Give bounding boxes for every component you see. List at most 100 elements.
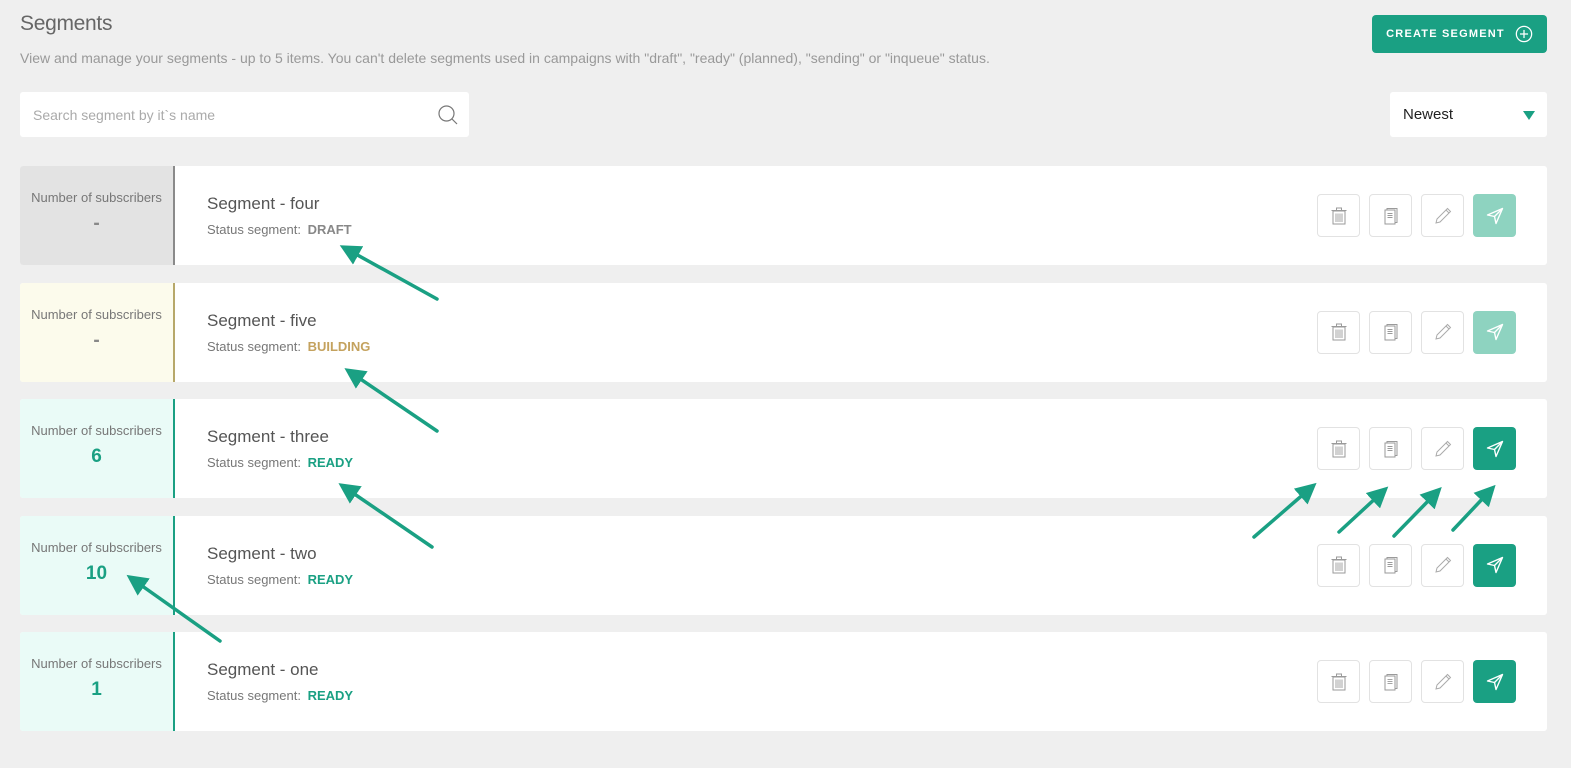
sort-selected-value: Newest xyxy=(1403,106,1454,123)
status-label: Status segment: xyxy=(207,571,301,587)
edit-button[interactable] xyxy=(1421,660,1464,703)
subscribers-panel: Number of subscribers 10 xyxy=(20,515,175,615)
segment-status: Status segment: READY xyxy=(207,688,1317,703)
pencil-icon xyxy=(1434,673,1451,690)
send-button[interactable] xyxy=(1473,310,1516,354)
duplicate-button[interactable] xyxy=(1369,194,1412,237)
status-label: Status segment: xyxy=(207,222,301,237)
duplicate-button[interactable] xyxy=(1369,660,1412,703)
edit-button[interactable] xyxy=(1421,427,1464,470)
segment-name: Segment - five xyxy=(207,310,317,330)
edit-button[interactable] xyxy=(1421,310,1464,354)
subscribers-label: Number of subscribers xyxy=(31,190,162,205)
segment-card: Number of subscribers 1 Segment - one St… xyxy=(20,632,1547,731)
sort-select[interactable]: Newest xyxy=(1390,92,1547,137)
segment-actions xyxy=(1317,166,1547,265)
trash-icon xyxy=(1331,207,1346,224)
subscribers-label: Number of subscribers xyxy=(31,656,162,671)
copy-icon xyxy=(1384,324,1397,341)
subscribers-count: 6 xyxy=(91,446,102,467)
send-icon xyxy=(1486,207,1503,224)
segment-list: Number of subscribers - Segment - four S… xyxy=(20,166,1547,749)
duplicate-button[interactable] xyxy=(1369,543,1412,587)
segment-name: Segment - two xyxy=(207,543,317,563)
subscribers-panel: Number of subscribers - xyxy=(20,166,175,265)
segment-card: Number of subscribers 10 Segment - two S… xyxy=(20,515,1547,615)
segment-info: Segment - three Status segment: READY xyxy=(175,399,1317,498)
status-badge: BUILDING xyxy=(307,338,371,354)
status-badge: READY xyxy=(307,688,354,703)
subscribers-label: Number of subscribers xyxy=(31,306,162,322)
copy-icon xyxy=(1384,207,1397,224)
send-icon xyxy=(1486,673,1503,690)
segment-actions xyxy=(1317,283,1547,382)
edit-button[interactable] xyxy=(1421,543,1464,587)
subscribers-panel: Number of subscribers 1 xyxy=(20,632,175,731)
trash-icon xyxy=(1331,673,1346,690)
create-segment-button[interactable]: CREATE SEGMENT xyxy=(1372,15,1547,53)
send-button[interactable] xyxy=(1473,427,1516,470)
create-segment-label: CREATE SEGMENT xyxy=(1386,28,1505,40)
send-icon xyxy=(1486,323,1503,341)
copy-icon xyxy=(1384,557,1397,574)
page-description: View and manage your segments - up to 5 … xyxy=(20,50,990,66)
segment-status: Status segment: DRAFT xyxy=(207,222,1317,237)
delete-button[interactable] xyxy=(1317,194,1360,237)
subscribers-panel: Number of subscribers 6 xyxy=(20,399,175,498)
edit-button[interactable] xyxy=(1421,194,1464,237)
segment-card: Number of subscribers 6 Segment - three … xyxy=(20,399,1547,498)
subscribers-count: 1 xyxy=(91,679,102,700)
segment-name: Segment - four xyxy=(207,194,320,213)
send-button[interactable] xyxy=(1473,660,1516,703)
delete-button[interactable] xyxy=(1317,543,1360,587)
send-button[interactable] xyxy=(1473,194,1516,237)
search-input[interactable] xyxy=(20,92,437,137)
status-badge: DRAFT xyxy=(307,222,352,237)
delete-button[interactable] xyxy=(1317,310,1360,354)
status-label: Status segment: xyxy=(207,338,301,354)
delete-button[interactable] xyxy=(1317,660,1360,703)
subscribers-count: 10 xyxy=(85,562,108,584)
segment-actions xyxy=(1317,632,1547,731)
subscribers-panel: Number of subscribers - xyxy=(20,282,175,382)
segment-name: Segment - three xyxy=(207,427,329,446)
pencil-icon xyxy=(1434,556,1451,573)
status-badge: READY xyxy=(307,455,354,470)
caret-down-icon xyxy=(1523,111,1535,120)
send-icon xyxy=(1486,556,1503,574)
segment-name: Segment - one xyxy=(207,660,319,679)
plus-circle-icon xyxy=(1515,25,1533,43)
status-label: Status segment: xyxy=(207,688,301,703)
trash-icon xyxy=(1331,440,1346,457)
subscribers-count: - xyxy=(93,213,100,234)
trash-icon xyxy=(1331,323,1346,341)
send-icon xyxy=(1486,440,1503,457)
search-icon[interactable] xyxy=(437,104,459,126)
segment-status: Status segment: BUILDING xyxy=(207,339,1317,354)
segment-actions xyxy=(1317,516,1547,615)
segment-card: Number of subscribers - Segment - four S… xyxy=(20,166,1547,265)
search-box xyxy=(20,92,469,137)
segment-card: Number of subscribers - Segment - five S… xyxy=(20,282,1547,382)
segment-info: Segment - four Status segment: DRAFT xyxy=(175,166,1317,265)
page-title: Segments xyxy=(20,12,113,35)
pencil-icon xyxy=(1434,207,1451,224)
duplicate-button[interactable] xyxy=(1369,427,1412,470)
status-badge: READY xyxy=(307,571,354,587)
duplicate-button[interactable] xyxy=(1369,310,1412,354)
segment-actions xyxy=(1317,399,1547,498)
pencil-icon xyxy=(1434,440,1451,457)
segment-status: Status segment: READY xyxy=(207,455,1317,470)
subscribers-count: - xyxy=(93,329,100,351)
pencil-icon xyxy=(1434,323,1451,340)
segment-status: Status segment: READY xyxy=(207,572,1317,587)
trash-icon xyxy=(1331,556,1346,574)
segment-info: Segment - one Status segment: READY xyxy=(175,632,1317,731)
subscribers-label: Number of subscribers xyxy=(31,539,162,555)
segment-info: Segment - two Status segment: READY xyxy=(175,516,1317,615)
status-label: Status segment: xyxy=(207,455,301,470)
segment-info: Segment - five Status segment: BUILDING xyxy=(175,283,1317,382)
delete-button[interactable] xyxy=(1317,427,1360,470)
copy-icon xyxy=(1384,673,1397,690)
send-button[interactable] xyxy=(1473,543,1516,587)
